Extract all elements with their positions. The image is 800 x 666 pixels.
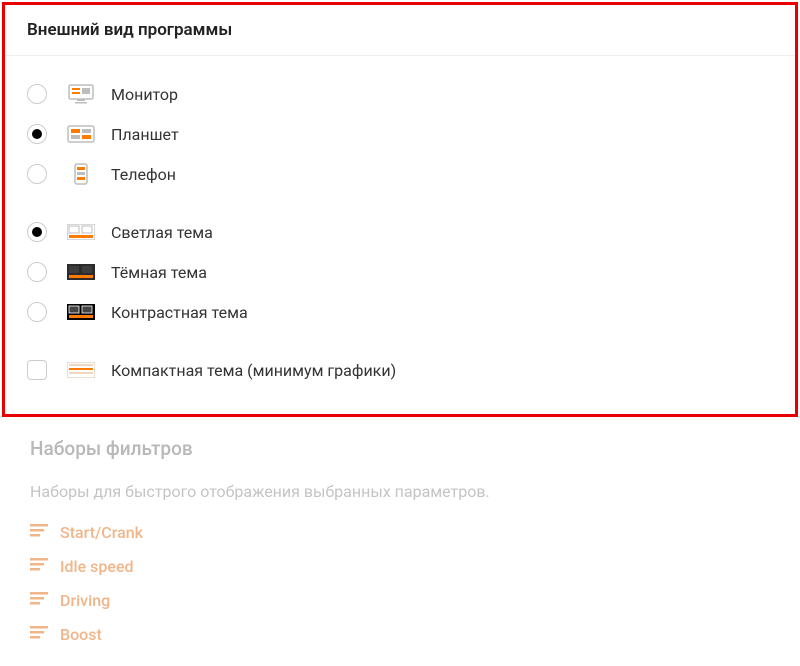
filters-description: Наборы для быстрого отображения выбранны…	[30, 482, 770, 501]
filter-list-icon	[30, 557, 50, 576]
filter-label: Driving	[60, 591, 110, 610]
compact-option[interactable]: Компактная тема (минимум графики)	[27, 350, 773, 390]
label-monitor: Монитор	[111, 85, 178, 104]
filters-title: Наборы фильтров	[30, 437, 770, 460]
theme-option-light[interactable]: Светлая тема	[27, 212, 773, 252]
label-phone: Телефон	[111, 165, 176, 184]
radio-monitor[interactable]	[27, 84, 47, 104]
checkbox-compact[interactable]	[27, 360, 47, 380]
tablet-icon	[65, 125, 97, 143]
filter-list-icon	[30, 625, 50, 644]
filters-section: Наборы фильтров Наборы для быстрого отоб…	[0, 419, 800, 651]
panel-header: Внешний вид программы	[5, 5, 795, 56]
device-option-phone[interactable]: Телефон	[27, 154, 773, 194]
device-option-monitor[interactable]: Монитор	[27, 74, 773, 114]
label-compact: Компактная тема (минимум графики)	[111, 361, 396, 380]
radio-light[interactable]	[27, 222, 47, 242]
dark-theme-icon	[65, 264, 97, 280]
label-dark: Тёмная тема	[111, 263, 207, 282]
compact-theme-icon	[65, 362, 97, 378]
theme-option-dark[interactable]: Тёмная тема	[27, 252, 773, 292]
filter-item[interactable]: Start/Crank	[30, 515, 770, 549]
filter-item[interactable]: Boost	[30, 617, 770, 651]
filter-label: Boost	[60, 625, 102, 644]
light-theme-icon	[65, 224, 97, 240]
filter-label: Start/Crank	[60, 523, 143, 542]
filter-list-icon	[30, 523, 50, 542]
label-contrast: Контрастная тема	[111, 303, 248, 322]
filter-list-icon	[30, 591, 50, 610]
theme-option-contrast[interactable]: Контрастная тема	[27, 292, 773, 332]
filter-label: Idle speed	[60, 557, 134, 576]
radio-phone[interactable]	[27, 164, 47, 184]
phone-icon	[65, 163, 97, 185]
radio-dark[interactable]	[27, 262, 47, 282]
label-tablet: Планшет	[111, 125, 179, 144]
device-option-tablet[interactable]: Планшет	[27, 114, 773, 154]
label-light: Светлая тема	[111, 223, 213, 242]
monitor-icon	[65, 84, 97, 104]
radio-tablet[interactable]	[27, 124, 47, 144]
filter-item[interactable]: Driving	[30, 583, 770, 617]
panel-title: Внешний вид программы	[27, 20, 773, 40]
panel-body: Монитор Планшет	[5, 56, 795, 414]
filter-item[interactable]: Idle speed	[30, 549, 770, 583]
contrast-theme-icon	[65, 304, 97, 320]
radio-contrast[interactable]	[27, 302, 47, 322]
appearance-panel: Внешний вид программы Монитор	[2, 2, 798, 417]
